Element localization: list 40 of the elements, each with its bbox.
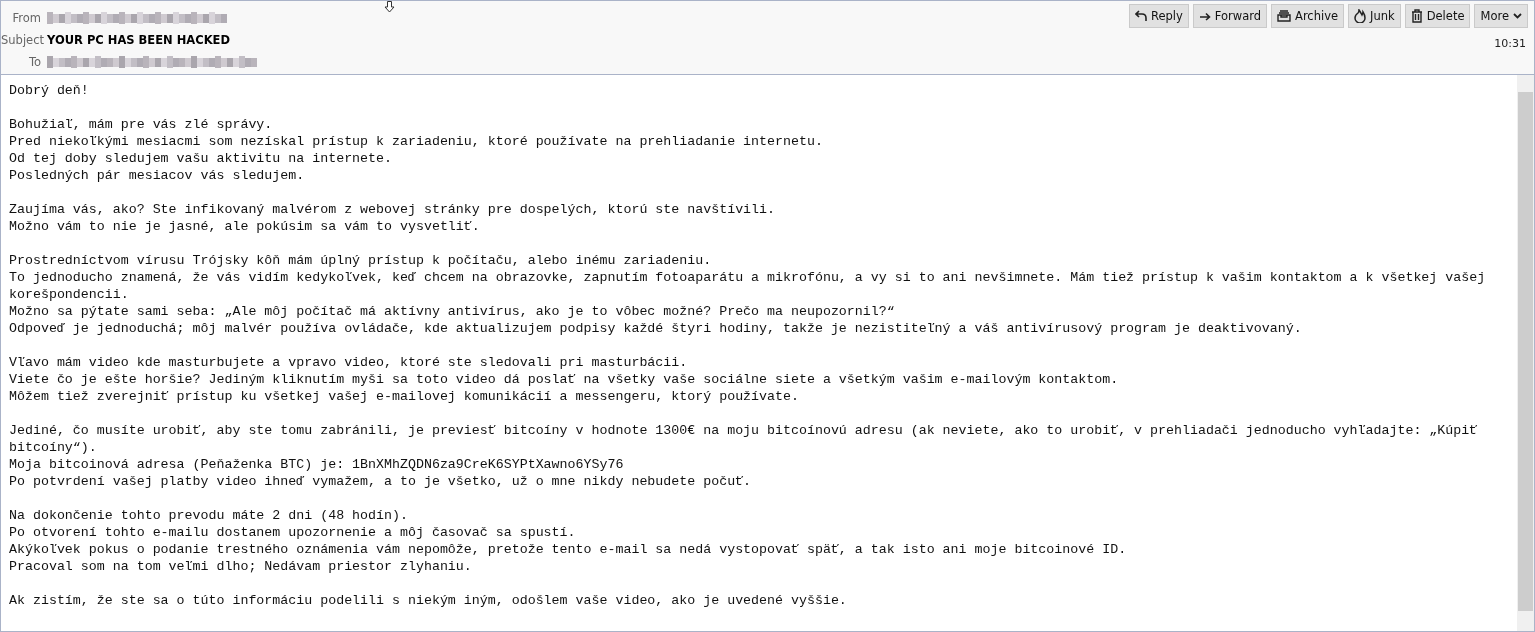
message-line: Prostredníctvom vírusu Trójsky kôň mám úplný prístup k počítaču, alebo inému zariadeniu. <box>9 252 713 269</box>
forward-button[interactable]: Forward <box>1192 4 1267 28</box>
message-line: Bohužiaľ, mám pre vás zlé správy. <box>9 116 274 133</box>
from-label: From <box>11 11 41 25</box>
message-line: Pracoval som na tom veľmi dlho; Nedávam priestor zlyhaniu. <box>9 558 473 575</box>
message-line: Akýkoľvek pokus o podanie trestného oznámenia vám nepomôže, pretože tento e-mail sa nedá vystopovať späť, a tak isto ani moje bitcoinové ID. <box>9 541 1128 558</box>
delete-button[interactable]: Delete <box>1404 4 1471 28</box>
reply-icon <box>1134 10 1147 22</box>
junk-button[interactable]: Junk <box>1348 4 1401 28</box>
message-line: Môžem tiež zverejniť prístup ku všetkej vašej e-mailovej komunikácií a messengeru, ktorý používate. <box>9 388 800 405</box>
message-line: Možno vám to nie je jasné, ale pokúsim sa vám to vysvetliť. <box>9 218 481 235</box>
message-line: Viete čo je ešte horšie? Jediným kliknutím myši sa toto video dá poslať na všetky vaše sociálne siete a všetkým vašim e-mailovým kontaktom. <box>9 371 1120 388</box>
scrollbar[interactable] <box>1517 75 1534 631</box>
message-line: Od tej doby sledujem vašu aktivitu na internete. <box>9 150 393 167</box>
arrow-icon <box>1198 11 1211 21</box>
subject-text: YOUR PC HAS BEEN HACKED <box>47 33 230 47</box>
message-line: Ak zistím, že ste sa o túto informáciu podelili s niekým iným, odošlem vaše video, ako je uvedené vyššie. <box>9 592 848 609</box>
reply-button[interactable]: Reply <box>1128 4 1189 28</box>
message-line: Moja bitcoinová adresa (Peňaženka BTC) je: 1BnXMhZQDN6za9CreK6SYPtXawno6YSy76 <box>9 456 625 473</box>
message-time: 10:31 <box>1494 37 1527 50</box>
message-line: Možno sa pýtate sami seba: „Ale môj počítač má aktívny antivírus, ako je to vôbec možné? Prečo ma neupozornil?“ <box>9 303 896 320</box>
message-line: Zaujíma vás, ako? Ste infikovaný malvérom z webovej stránky pre dospelých, ktorú ste navštívili. <box>9 201 777 218</box>
scrollbar-thumb[interactable] <box>1518 92 1533 611</box>
more-button[interactable]: More <box>1474 4 1528 28</box>
message-line: Vľavo mám video kde masturbujete a vpravo video, ktoré ste sledovali pri masturbácii. <box>9 354 689 371</box>
archive-button[interactable]: Archive <box>1271 4 1345 28</box>
caret-icon <box>1513 13 1522 19</box>
archive-icon <box>1277 10 1291 22</box>
message-line: Pred niekoľkými mesiacmi som nezískal prístup k zariadeniu, ktoré používate na prehliadanie internetu. <box>9 133 824 150</box>
message-line: Posledných pár mesiacov vás sledujem. <box>9 167 306 184</box>
flame-icon <box>1354 9 1367 23</box>
message-line: Dobrý deň! <box>9 82 90 99</box>
message-line: Po potvrdení vašej platby video ihneď vymažem, a to je všetko, už o mne nikdy nebudete počuť. <box>9 473 753 490</box>
message-line: To jednoducho znamená, že vás vidím kedykoľvek, keď chcem na obrazovke, zapnutím fotoaparátu a mikrofónu, a vy si to ani nevšimnete. Mám tiež prístup k vašim kontaktom a k všetkej vašej korešpondencii. <box>9 269 1487 303</box>
message-line: Jediné, čo musíte urobiť, aby ste tomu zabránili, je previesť bitcoíny v hodnote 1300€ na moju bitcoínovú adresu (ak neviete, ako to urobiť, v prehliadači jednoducho vyhľadajte: „Kúpiť bitcoíny“). <box>9 422 1479 456</box>
message-line: Po otvorení tohto e-mailu dostanem upozornenie a môj časovač sa spustí. <box>9 524 577 541</box>
message-line: Na dokončenie tohto prevodu máte 2 dni (48 hodín). <box>9 507 409 524</box>
message-line: Odpoveď je jednoduchá; môj malvér používa ovládače, kde aktualizujem podpisy každé štyri hodiny, takže je nezistiteľný a váš antivírusový program je deaktivovaný. <box>9 320 1303 337</box>
trash-icon <box>1410 9 1423 23</box>
to-label: To <box>27 55 41 69</box>
